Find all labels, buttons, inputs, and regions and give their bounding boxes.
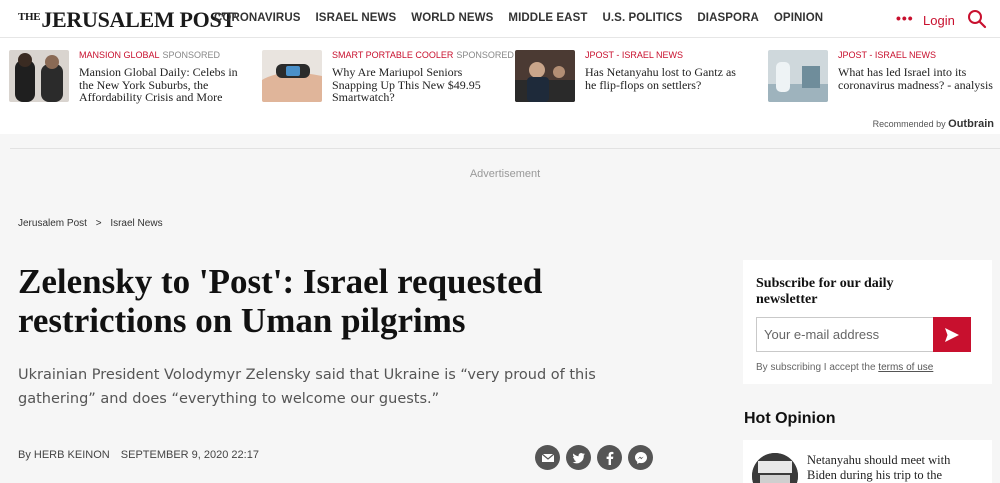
email-field[interactable]: [756, 317, 934, 352]
byline-prefix: By: [18, 449, 31, 461]
nav-link-opinion[interactable]: OPINION: [774, 12, 823, 24]
email-icon[interactable]: [535, 445, 560, 470]
breadcrumb-root[interactable]: Jerusalem Post: [18, 218, 87, 229]
advertisement-label: Advertisement: [469, 168, 541, 180]
recommended-title[interactable]: Has Netanyahu lost to Gantz as he flip-f…: [585, 66, 750, 91]
newsletter-box: Subscribe for our daily newsletter By su…: [743, 260, 992, 384]
recommended-source: SMART PORTABLE COOLER SPONSORED: [332, 50, 514, 60]
article-byline: By HERB KEINON SEPTEMBER 9, 2020 22:17: [18, 449, 259, 461]
author-avatar: [752, 453, 798, 483]
main-nav: CORONAVIRUS ISRAEL NEWS WORLD NEWS MIDDL…: [214, 12, 838, 24]
more-menu-button[interactable]: •••: [896, 10, 914, 26]
outbrain-attribution[interactable]: Recommended by Outbrain: [873, 118, 994, 130]
recommended-thumbnail: [515, 50, 575, 102]
search-icon[interactable]: [967, 9, 987, 29]
nav-link-middle-east[interactable]: MIDDLE EAST: [508, 12, 587, 24]
article-subheadline: Ukrainian President Volodymyr Zelensky s…: [18, 367, 596, 407]
nav-link-us-politics[interactable]: U.S. POLITICS: [602, 12, 682, 24]
recommended-thumbnail: [768, 50, 828, 102]
share-buttons: [535, 445, 653, 470]
hot-opinion-item[interactable]: Netanyahu should meet with Biden during …: [743, 440, 992, 483]
hot-opinion-title[interactable]: Netanyahu should meet with Biden during …: [807, 453, 982, 483]
article-headline: Zelensky to 'Post': Israel requested res…: [18, 262, 543, 340]
recommended-strip: MANSION GLOBAL SPONSORED Mansion Global D…: [0, 38, 1000, 134]
terms-of-use-link[interactable]: terms of use: [878, 362, 933, 373]
facebook-icon[interactable]: [597, 445, 622, 470]
recommended-source: MANSION GLOBAL SPONSORED: [79, 50, 221, 60]
nav-link-coronavirus[interactable]: CORONAVIRUS: [214, 12, 301, 24]
recommended-title[interactable]: Why Are Mariupol Seniors Snapping Up Thi…: [332, 66, 497, 104]
section-divider: [10, 148, 1000, 149]
breadcrumb: Jerusalem Post > Israel News: [18, 218, 169, 229]
recommended-thumbnail: [262, 50, 322, 102]
nav-link-world-news[interactable]: WORLD NEWS: [411, 12, 493, 24]
publish-date: SEPTEMBER 9, 2020 22:17: [120, 449, 259, 461]
subscribe-button[interactable]: [933, 317, 971, 352]
recommended-source: JPOST - ISRAEL NEWS: [585, 50, 684, 60]
logo-text: JERUSALEM POST: [41, 7, 236, 32]
nav-link-diaspora[interactable]: DIASPORA: [697, 12, 759, 24]
hot-opinion-heading: Hot Opinion: [744, 410, 836, 427]
recommended-title[interactable]: What has led Israel into its coronavirus…: [838, 66, 1000, 91]
recommended-thumbnail: [9, 50, 69, 102]
logo-the: THE: [18, 11, 41, 23]
recommended-source: JPOST - ISRAEL NEWS: [838, 50, 937, 60]
newsletter-title: Subscribe for our daily newsletter: [756, 276, 894, 307]
breadcrumb-separator: >: [95, 218, 102, 229]
login-link[interactable]: Login: [923, 13, 955, 28]
nav-link-israel-news[interactable]: ISRAEL NEWS: [316, 12, 397, 24]
newsletter-terms: By subscribing I accept the terms of use: [756, 362, 934, 373]
outbrain-logo: Outbrain: [948, 118, 994, 130]
send-icon: [945, 327, 959, 342]
messenger-icon[interactable]: [628, 445, 653, 470]
breadcrumb-section[interactable]: Israel News: [110, 218, 162, 229]
top-navigation-bar: THEJERUSALEM POST CORONAVIRUS ISRAEL NEW…: [0, 0, 1000, 38]
author-name[interactable]: HERB KEINON: [34, 449, 110, 461]
recommended-title[interactable]: Mansion Global Daily: Celebs in the New …: [79, 66, 244, 104]
site-logo[interactable]: THEJERUSALEM POST: [18, 7, 236, 33]
twitter-icon[interactable]: [566, 445, 591, 470]
